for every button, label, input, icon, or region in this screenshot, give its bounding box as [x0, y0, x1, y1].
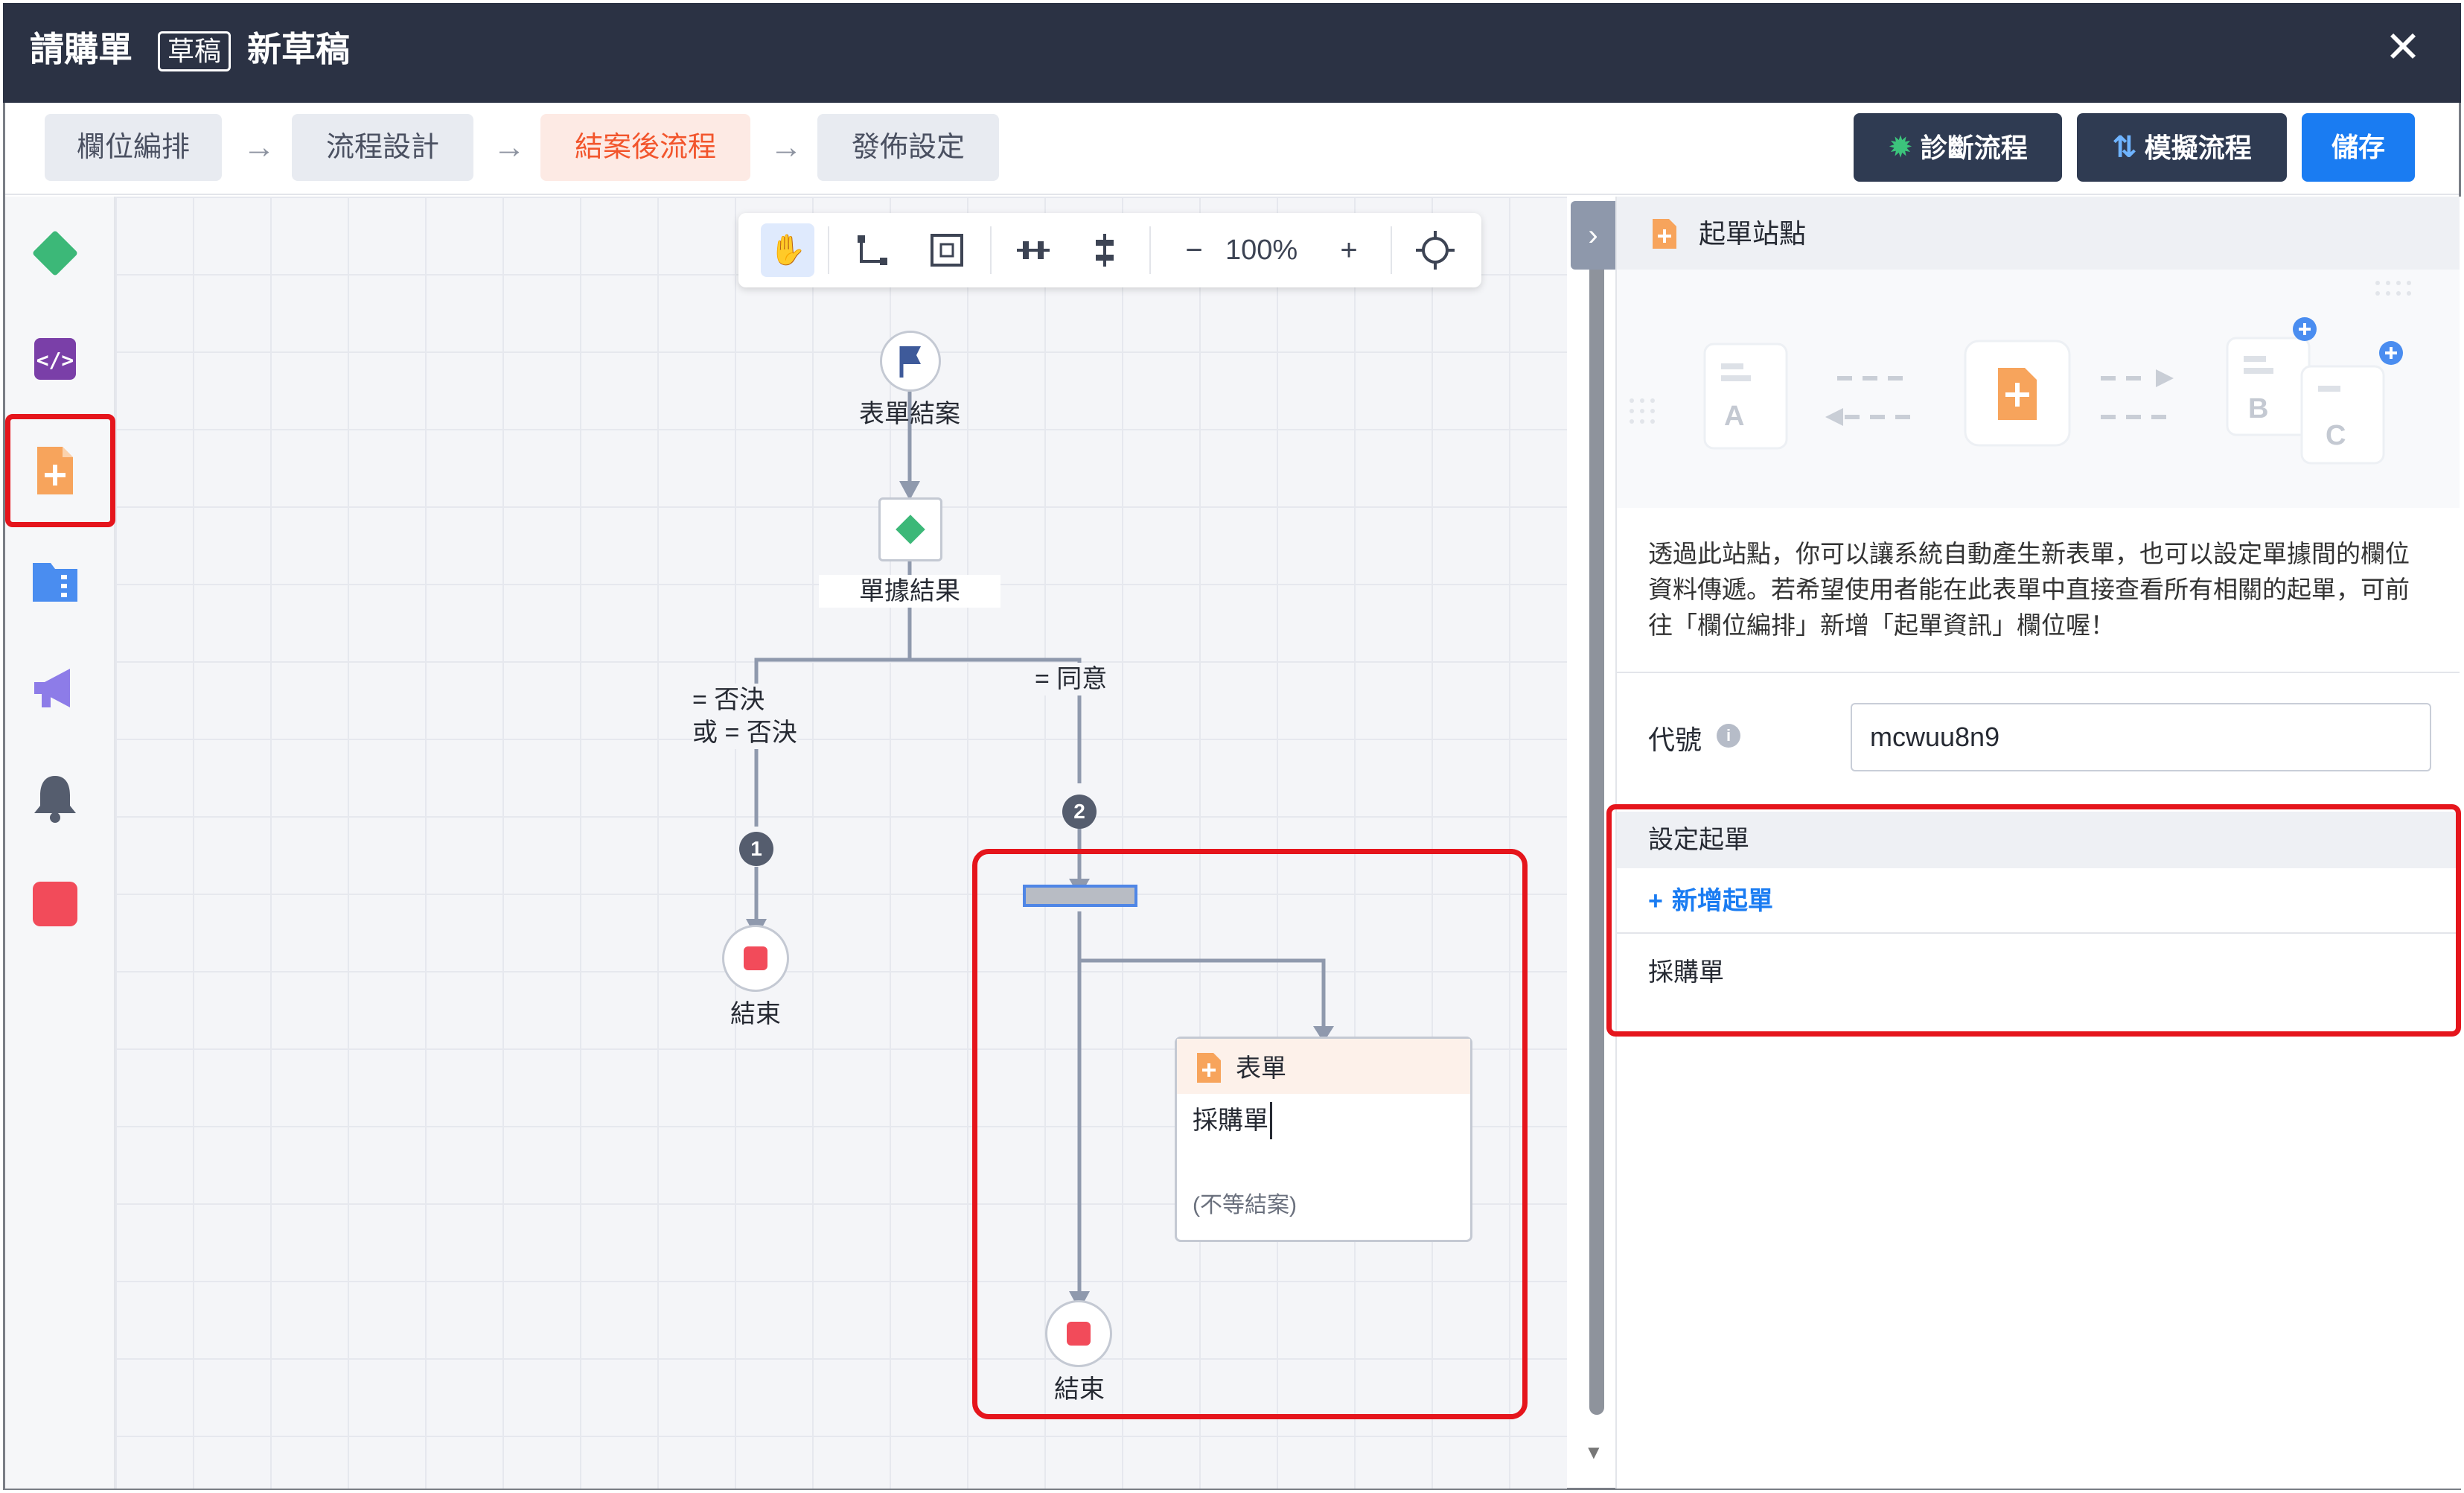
chevron-right-icon: › — [1588, 219, 1598, 252]
section-highlight — [1606, 804, 2461, 1037]
info-icon[interactable]: i — [1717, 724, 1740, 748]
code-field-label: 代號 — [1648, 725, 1702, 755]
start-node[interactable] — [880, 331, 941, 392]
approve-condition-label: = 同意 — [1035, 663, 1108, 695]
end-node-label: 結束 — [730, 1000, 781, 1028]
collapse-panel-button[interactable]: › — [1571, 201, 1615, 270]
reject-condition-line: 或 = 否決 — [692, 719, 797, 747]
decision-node[interactable] — [878, 497, 942, 561]
illustration-letter-a: A — [1724, 401, 1745, 432]
flag-icon — [899, 346, 921, 378]
reject-condition-line: = 否決 — [692, 686, 765, 714]
branch-order-badge: 2 — [1062, 795, 1097, 829]
form-add-icon — [1650, 217, 1679, 254]
code-input[interactable]: mcwuu8n9 — [1851, 703, 2431, 771]
panel-description: 透過此站點，你可以讓系統自動產生新表單，也可以設定單據間的欄位資料傳遞。若希望使… — [1648, 540, 2410, 639]
node-illustration-graphic — [1630, 281, 2411, 465]
branch-order-badge: 1 — [739, 832, 773, 866]
branch-highlight — [972, 849, 1528, 1419]
illustration-letter-c: C — [2326, 420, 2346, 451]
start-node-label: 表單結案 — [859, 400, 960, 428]
stop-icon — [744, 946, 767, 970]
divider — [1617, 672, 2460, 673]
decision-node-label: 單據結果 — [819, 575, 1000, 608]
panel-title: 起單站點 — [1699, 218, 1807, 249]
end-node[interactable] — [722, 925, 789, 992]
diamond-icon — [896, 515, 925, 544]
reject-condition-label: = 否決 或 = 否決 — [692, 684, 797, 749]
illustration-letter-b: B — [2248, 393, 2269, 424]
